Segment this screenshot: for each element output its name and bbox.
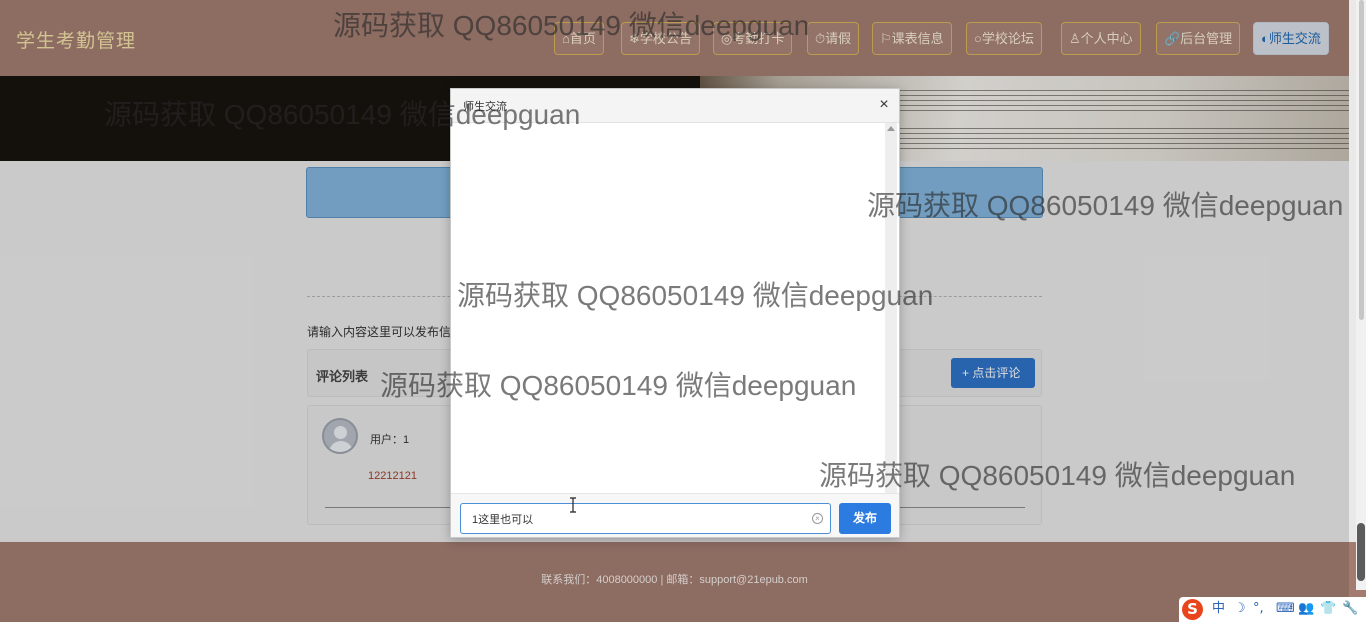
close-icon[interactable]: × [875,95,893,115]
watermark: 源码获取 QQ86050149 微信deepguan [819,460,1296,491]
ime-toolbar: S 中 ☽ °, ⌨ 👥 👕 🔧 [1179,597,1366,622]
page-scrollbar[interactable] [1356,0,1366,590]
scroll-up-arrow-icon[interactable] [887,126,895,131]
watermark: 源码获取 QQ86050149 微信deepguan [380,370,857,401]
clear-input-icon[interactable]: × [812,513,823,524]
keyboard-icon[interactable]: ⌨ [1276,601,1295,617]
shirt-icon[interactable]: 👕 [1320,601,1336,617]
moon-icon[interactable]: ☽ [1234,601,1246,617]
watermark: 源码获取 QQ86050149 微信deepguan [457,280,934,311]
publish-button[interactable]: 发布 [839,503,891,534]
watermark: 源码获取 QQ86050149 微信deepguan [104,99,581,130]
sogou-logo-icon[interactable]: S [1182,599,1203,620]
punctuation-icon[interactable]: °, [1253,601,1264,617]
scrollbar-track-top [1359,0,1364,320]
scrollbar-thumb[interactable] [1357,523,1365,581]
watermark: 源码获取 QQ86050149 微信deepguan [867,190,1344,221]
users-icon[interactable]: 👥 [1298,601,1314,617]
dialog-footer: × 发布 [451,493,899,537]
message-input[interactable] [460,503,831,534]
wrench-icon[interactable]: 🔧 [1342,601,1358,617]
chinese-mode-icon[interactable]: 中 [1212,601,1225,617]
watermark: 源码获取 QQ86050149 微信deepguan [333,10,810,41]
text-cursor-icon [570,497,576,513]
